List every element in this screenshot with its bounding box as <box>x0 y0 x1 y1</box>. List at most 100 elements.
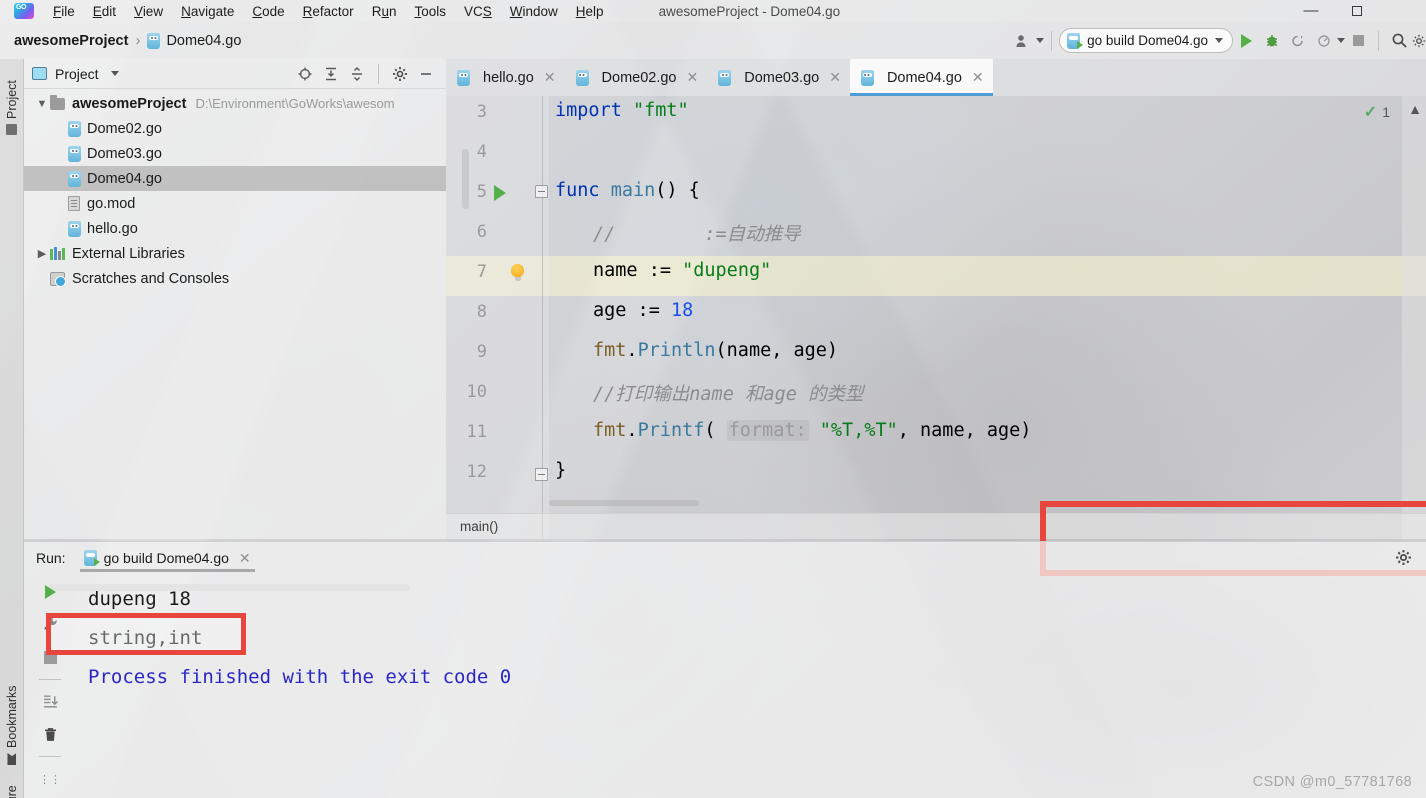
run-config-chevron-down-icon <box>1215 38 1223 43</box>
tree-node-awesomeproject[interactable]: ▼ awesomeProject D:\Environment\GoWorks\… <box>24 91 446 116</box>
locate-icon[interactable] <box>293 62 317 86</box>
editor-tab-dome02[interactable]: Dome02.go ✕ <box>565 59 708 96</box>
tree-node-hello[interactable]: hello.go <box>24 216 446 241</box>
tool-window-button-structure[interactable]: Structure <box>0 765 24 798</box>
fold-marker-close-icon[interactable] <box>535 468 548 481</box>
settings-icon[interactable] <box>1412 28 1426 54</box>
fold-marker-open-icon[interactable] <box>535 185 548 198</box>
menu-item-vcs[interactable]: VCS <box>455 3 501 20</box>
code-token-parens: () { <box>655 180 700 201</box>
scroll-to-end-icon[interactable] <box>36 688 64 716</box>
profile-icon[interactable] <box>1311 28 1337 54</box>
console-line: dupeng 18 <box>88 588 191 610</box>
debug-icon[interactable] <box>1259 28 1285 54</box>
expand-all-icon[interactable] <box>319 62 343 86</box>
wrench-icon[interactable] <box>36 611 64 639</box>
menu-item-window[interactable]: Window <box>501 3 567 20</box>
close-button[interactable] <box>1380 0 1426 22</box>
inspection-widget[interactable]: ✓ 1 <box>1364 102 1390 122</box>
menu-item-refactor[interactable]: Refactor <box>294 3 363 20</box>
inspection-ok-icon: ✓ <box>1363 104 1378 121</box>
run-console-output[interactable]: dupeng 18 string,int Process finished wi… <box>80 580 1408 790</box>
tree-node-external-libraries[interactable]: ▶ External Libraries <box>24 241 446 266</box>
breadcrumb-project[interactable]: awesomeProject <box>14 33 128 49</box>
editor-tab-dome03[interactable]: Dome03.go ✕ <box>707 59 850 96</box>
gutter-run-main-icon[interactable] <box>494 185 506 201</box>
hide-icon[interactable] <box>414 62 438 86</box>
run-tab-label: go build Dome04.go <box>103 550 229 566</box>
editor-area: hello.go ✕ Dome02.go ✕ Dome03.go ✕ Dome0… <box>446 59 1426 576</box>
editor-breadcrumb-main: main() <box>460 519 499 534</box>
tool-window-button-bookmarks[interactable]: Bookmarks <box>0 665 24 765</box>
goland-logo-icon <box>14 3 34 19</box>
run-tab-go-build[interactable]: go build Dome04.go ✕ <box>79 542 255 574</box>
close-icon[interactable]: ✕ <box>687 69 699 86</box>
close-icon[interactable]: ✕ <box>829 69 841 86</box>
run-icon[interactable] <box>1233 28 1259 54</box>
trash-icon[interactable] <box>36 721 64 749</box>
editor-tab-label: Dome02.go <box>601 69 677 86</box>
code-line-9: fmt.Println(name, age) <box>593 340 838 361</box>
tree-node-label: Scratches and Consoles <box>72 270 230 287</box>
maximize-button[interactable] <box>1334 0 1380 22</box>
stop-icon[interactable] <box>36 643 64 671</box>
toolbar-divider-2 <box>1378 30 1379 51</box>
menu-item-navigate[interactable]: Navigate <box>172 3 243 20</box>
editor-horizontal-scrollbar[interactable] <box>549 500 699 506</box>
menu-item-file[interactable]: File <box>44 3 84 20</box>
gomod-file-icon <box>68 196 80 211</box>
collapse-all-icon[interactable] <box>345 62 369 86</box>
tree-node-path: D:\Environment\GoWorks\awesom <box>195 96 395 111</box>
code-content[interactable]: import "fmt" func main() { // :=自动推导 nam… <box>549 96 1426 539</box>
run-configuration-selector[interactable]: go build Dome04.go <box>1059 28 1233 53</box>
editor-tab-hello[interactable]: hello.go ✕ <box>446 59 565 96</box>
run-panel-header: Run: go build Dome04.go ✕ <box>24 542 1426 574</box>
tree-node-scratches[interactable]: Scratches and Consoles <box>24 266 446 291</box>
chevron-up-icon[interactable]: ▲ <box>1408 101 1422 117</box>
editor-gutter[interactable]: 3 4 5 6 7 8 9 10 11 12 <box>446 96 549 539</box>
go-file-icon <box>68 120 81 137</box>
close-icon[interactable]: ✕ <box>972 69 984 86</box>
editor-tab-dome04[interactable]: Dome04.go ✕ <box>849 59 993 96</box>
chevron-right-icon[interactable]: ▶ <box>34 247 50 260</box>
close-icon[interactable]: ✕ <box>544 69 556 86</box>
menu-item-code[interactable]: Code <box>243 3 293 20</box>
code-line-12: } <box>555 460 567 481</box>
tree-node-dome03[interactable]: Dome03.go <box>24 141 446 166</box>
profile-chevron-down-icon[interactable] <box>1337 38 1345 43</box>
search-everywhere-icon[interactable] <box>1386 28 1412 54</box>
scratches-icon <box>50 271 66 287</box>
tree-node-dome04[interactable]: Dome04.go <box>24 166 446 191</box>
menu-item-edit[interactable]: Edit <box>84 3 125 20</box>
menu-item-run[interactable]: Run <box>363 3 406 20</box>
stop-icon[interactable] <box>1345 28 1371 54</box>
minimize-button[interactable]: — <box>1288 0 1334 22</box>
menu-item-help[interactable]: Help <box>567 3 613 20</box>
editor-body[interactable]: 3 4 5 6 7 8 9 10 11 12 import "fmt" func… <box>446 96 1426 576</box>
code-token-format-string: "%T,%T" <box>819 420 898 441</box>
more-options-icon[interactable]: ⋮⋮ <box>36 765 64 793</box>
close-icon[interactable]: ✕ <box>239 550 251 567</box>
line-number: 3 <box>476 102 487 122</box>
go-file-icon <box>575 69 589 86</box>
tree-node-dome02[interactable]: Dome02.go <box>24 116 446 141</box>
user-vcs-icon[interactable] <box>1010 28 1036 54</box>
tool-window-button-project[interactable]: Project <box>0 65 24 135</box>
editor-right-gutter[interactable]: ▲ <box>1402 96 1426 539</box>
menu-item-view[interactable]: View <box>125 3 172 20</box>
project-view-chevron-down-icon[interactable] <box>110 71 119 76</box>
rerun-icon[interactable] <box>36 578 64 606</box>
folder-icon <box>50 94 65 110</box>
tree-node-label: External Libraries <box>72 245 185 262</box>
run-with-coverage-icon[interactable] <box>1285 28 1311 54</box>
vcs-dropdown-chevron-down-icon[interactable] <box>1036 38 1045 43</box>
window-title: awesomeProject - Dome04.go <box>658 3 841 19</box>
intention-bulb-icon[interactable] <box>511 264 524 281</box>
tree-node-gomod[interactable]: go.mod <box>24 191 446 216</box>
chevron-down-icon[interactable]: ▼ <box>34 98 50 110</box>
breadcrumb-file[interactable]: Dome04.go <box>166 33 241 49</box>
editor-breadcrumb[interactable]: main() <box>446 513 1426 539</box>
gear-icon[interactable] <box>388 62 412 86</box>
gear-icon[interactable] <box>1395 549 1412 569</box>
menu-item-tools[interactable]: Tools <box>405 3 455 20</box>
